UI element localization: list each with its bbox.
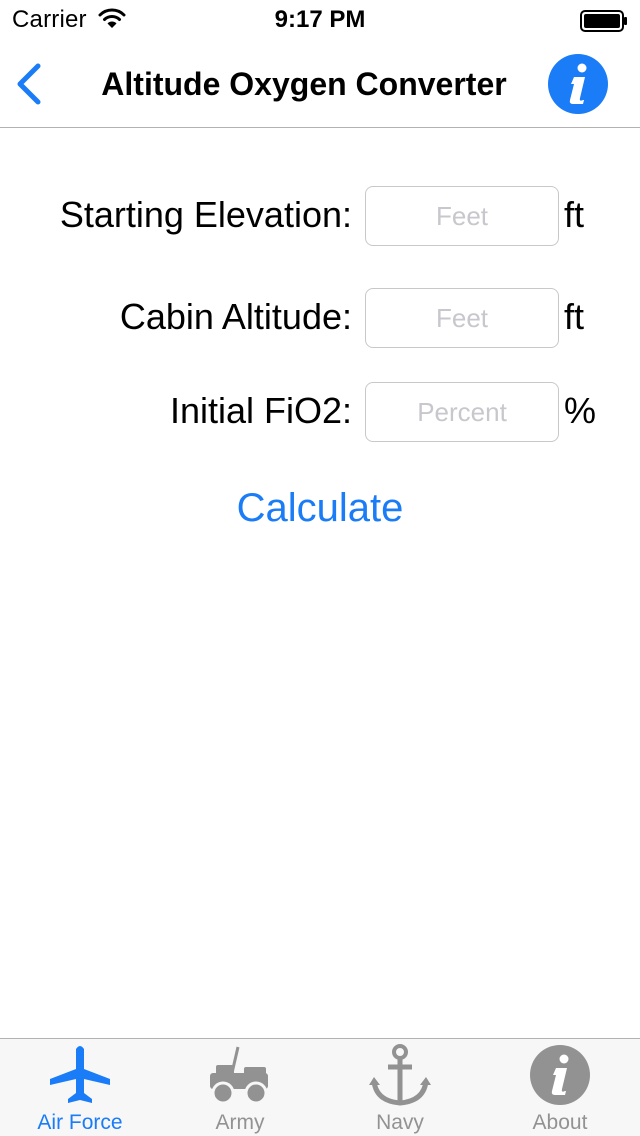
initial-fio2-unit: %: [564, 390, 597, 431]
cabin-altitude-input[interactable]: [365, 288, 559, 348]
info-button[interactable]: [547, 53, 609, 115]
cabin-altitude-row: Cabin Altitude: ft: [0, 288, 640, 348]
cabin-altitude-label: Cabin Altitude:: [119, 296, 352, 337]
info-icon: [548, 54, 608, 114]
page-title: Altitude Oxygen Converter: [101, 66, 507, 102]
tab-about-label: About: [532, 1111, 588, 1134]
tab-army-label: Army: [215, 1111, 265, 1134]
tab-army[interactable]: Army: [160, 1039, 320, 1136]
status-bar: Carrier 9:17 PM: [0, 0, 640, 40]
starting-elevation-row: Starting Elevation: ft: [0, 186, 640, 246]
battery-icon: [580, 10, 627, 32]
airplane-icon: [50, 1046, 110, 1103]
tab-air-force-label: Air Force: [37, 1111, 123, 1134]
calculate-button[interactable]: Calculate: [0, 486, 640, 531]
cabin-altitude-unit: ft: [564, 296, 585, 337]
initial-fio2-row: Initial FiO2: %: [0, 382, 640, 442]
starting-elevation-unit: ft: [564, 194, 585, 235]
initial-fio2-label: Initial FiO2:: [169, 390, 352, 431]
tab-about[interactable]: About: [480, 1039, 640, 1136]
info-icon: [530, 1045, 590, 1105]
tab-navy-label: Navy: [376, 1111, 424, 1134]
initial-fio2-input[interactable]: [365, 382, 559, 442]
nav-bar: Altitude Oxygen Converter: [0, 40, 640, 128]
starting-elevation-input[interactable]: [365, 186, 559, 246]
clock: 9:17 PM: [274, 6, 366, 33]
tab-bar: Air Force Army Navy About: [0, 1038, 640, 1136]
jeep-icon: [210, 1046, 268, 1105]
anchor-icon: [369, 1044, 431, 1106]
tab-air-force[interactable]: Air Force: [0, 1039, 160, 1136]
tab-navy[interactable]: Navy: [320, 1039, 480, 1136]
app-screen: Carrier 9:17 PM Altitude Oxygen Converte…: [0, 0, 640, 1136]
starting-elevation-label: Starting Elevation:: [59, 194, 352, 235]
